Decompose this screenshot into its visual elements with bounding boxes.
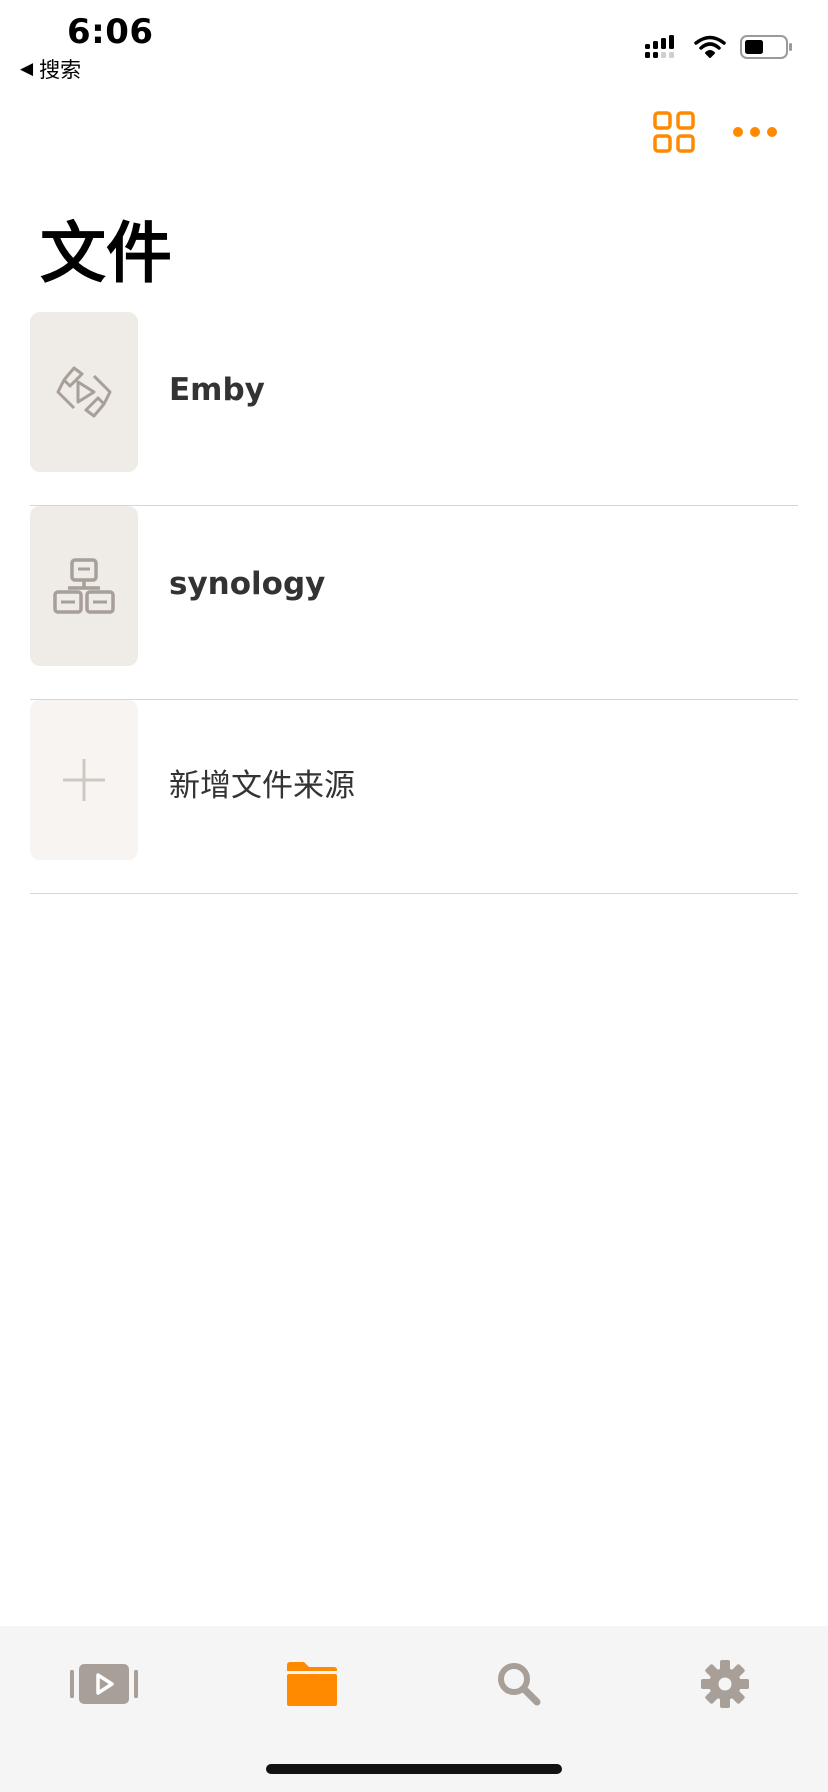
source-label: Emby (169, 372, 265, 408)
battery-icon (740, 35, 792, 59)
source-thumbnail (30, 312, 138, 472)
more-icon (733, 127, 777, 137)
top-toolbar (0, 108, 828, 156)
tab-search[interactable] (474, 1654, 564, 1714)
source-thumbnail (30, 506, 138, 666)
search-icon (498, 1663, 541, 1706)
source-item-synology[interactable]: synology (30, 506, 798, 700)
back-link-label: 搜索 (39, 58, 82, 82)
source-label: 新增文件来源 (169, 768, 355, 804)
signal-icon (645, 35, 674, 58)
back-to-search-link[interactable]: ◀ 搜索 (20, 54, 81, 84)
video-icon (70, 1664, 138, 1704)
grid-view-button[interactable] (653, 111, 695, 153)
grid-view-icon (653, 111, 695, 153)
emby-icon (56, 366, 112, 418)
tab-files[interactable] (267, 1654, 357, 1714)
status-icons (644, 34, 794, 60)
add-source-item[interactable]: 新增文件来源 (30, 700, 798, 894)
plus-icon (63, 759, 105, 801)
source-thumbnail (30, 700, 138, 860)
file-source-list: Emby synology 新增文件来源 (30, 312, 798, 894)
wifi-icon (694, 35, 726, 58)
folder-icon (287, 1662, 337, 1706)
more-button[interactable] (732, 120, 778, 144)
home-indicator (266, 1764, 562, 1774)
status-bar: 6:06 ◀ 搜索 (0, 0, 828, 90)
network-icon (53, 558, 115, 614)
tab-settings[interactable] (680, 1654, 770, 1714)
back-arrow-icon: ◀ (20, 59, 34, 79)
page-title: 文件 (40, 215, 172, 292)
gear-icon (701, 1660, 749, 1708)
tab-videos[interactable] (59, 1654, 149, 1714)
status-time: 6:06 (67, 12, 154, 52)
source-label: synology (169, 566, 326, 602)
source-item-emby[interactable]: Emby (30, 312, 798, 506)
